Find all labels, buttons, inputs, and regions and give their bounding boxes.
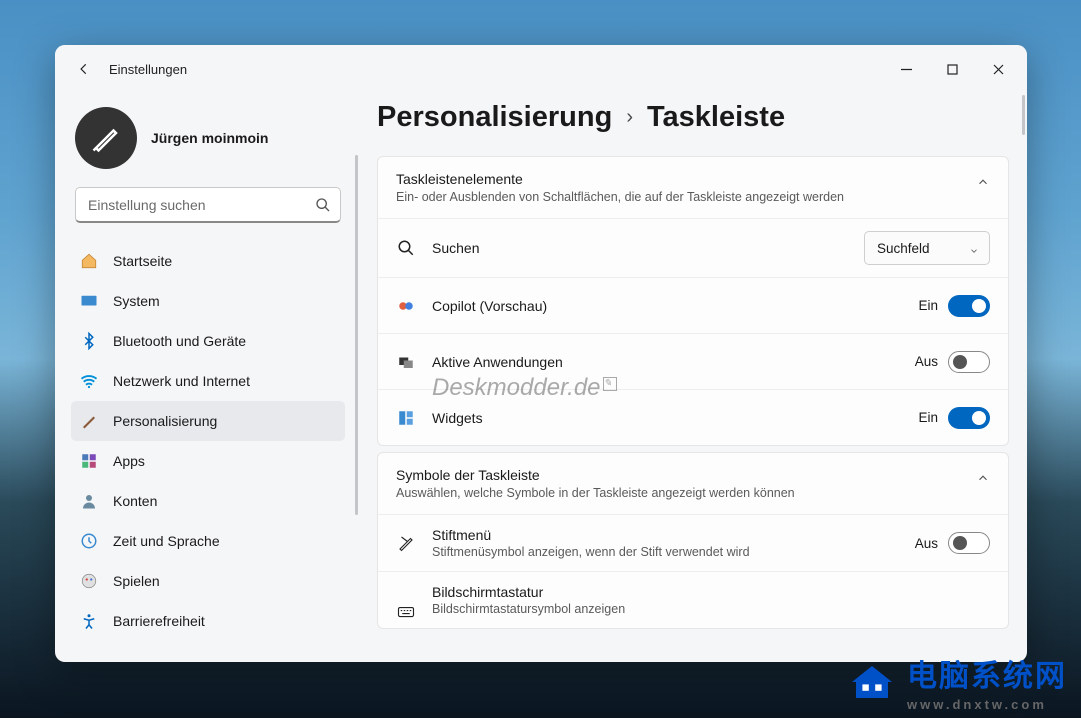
nav-item-zeit[interactable]: Zeit und Sprache [71,521,345,561]
nav-item-barrierefreiheit[interactable]: Barrierefreiheit [71,601,345,641]
row-search: Suchen Suchfeld [378,218,1008,277]
window-controls [883,53,1021,85]
nav-item-startseite[interactable]: Startseite [71,241,345,281]
nav-item-system[interactable]: System [71,281,345,321]
toggle-state: Ein [918,298,938,313]
chevron-down-icon [969,244,979,259]
nav-item-spielen[interactable]: Spielen [71,561,345,601]
chevron-up-icon [976,471,990,485]
row-taskview: Aktive Anwendungen Aus [378,333,1008,389]
toggle-state: Ein [918,410,938,425]
nav-label: Netzwerk und Internet [113,373,250,389]
wifi-icon [79,371,99,391]
footer-watermark: 电脑系统网 www.dnxtw.com [847,651,1067,712]
row-sublabel: Bildschirmtastatursymbol anzeigen [432,602,990,616]
nav-label: Konten [113,493,157,509]
row-widgets: Widgets Ein [378,389,1008,445]
apps-icon [79,451,99,471]
maximize-button[interactable] [929,53,975,85]
chevron-up-icon [976,175,990,189]
accounts-icon [79,491,99,511]
pen-toggle[interactable] [948,532,990,554]
breadcrumb: Personalisierung › Taskleiste [377,101,1009,134]
gaming-icon [79,571,99,591]
copilot-icon [396,296,416,316]
nav-item-apps[interactable]: Apps [71,441,345,481]
user-name: Jürgen moinmoin [151,130,268,146]
pen-icon [396,533,416,553]
row-label: Suchen [432,240,864,256]
widgets-icon [396,408,416,428]
home-icon [79,251,99,271]
row-label: Widgets [432,410,918,426]
nav-label: Spielen [113,573,160,589]
section-header[interactable]: Symbole der Taskleiste Auswählen, welche… [378,453,1008,514]
content-scrollbar[interactable] [1022,95,1025,135]
close-button[interactable] [975,53,1021,85]
row-label: Stiftmenü [432,527,915,543]
toggle-state: Aus [915,536,938,551]
nav-label: Barrierefreiheit [113,613,205,629]
footer-cn: 电脑系统网 [907,651,1067,695]
nav-list: Startseite System Bluetooth und Geräte N… [71,241,345,654]
bluetooth-icon [79,331,99,351]
search-box [75,187,341,223]
nav-item-bluetooth[interactable]: Bluetooth und Geräte [71,321,345,361]
content-pane: Personalisierung › Taskleiste Taskleiste… [355,93,1027,662]
row-sublabel: Stiftmenüsymbol anzeigen, wenn der Stift… [432,545,915,559]
toggle-state: Aus [915,354,938,369]
section-title: Taskleistenelemente [396,171,958,187]
footer-url: www.dnxtw.com [907,697,1067,712]
keyboard-icon [396,602,416,622]
copilot-toggle[interactable] [948,295,990,317]
avatar [75,107,137,169]
nav-label: Bluetooth und Geräte [113,333,246,349]
nav-label: Personalisierung [113,413,217,429]
row-label: Aktive Anwendungen [432,354,915,370]
back-button[interactable] [69,54,99,84]
accessibility-icon [79,611,99,631]
section-taskbar-items: Taskleistenelemente Ein- oder Ausblenden… [377,156,1009,446]
section-header[interactable]: Taskleistenelemente Ein- oder Ausblenden… [378,157,1008,218]
row-label: Copilot (Vorschau) [432,298,918,314]
breadcrumb-parent[interactable]: Personalisierung [377,101,612,134]
row-label: Bildschirmtastatur [432,584,990,600]
nav-item-konten[interactable]: Konten [71,481,345,521]
search-input[interactable] [75,187,341,223]
breadcrumb-leaf: Taskleiste [647,101,785,134]
house-icon [847,662,897,702]
section-subtitle: Auswählen, welche Symbole in der Tasklei… [396,486,958,500]
system-icon [79,291,99,311]
search-select[interactable]: Suchfeld [864,231,990,265]
app-title: Einstellungen [109,62,187,77]
settings-window: Einstellungen Jürgen moinmoin [55,45,1027,662]
section-subtitle: Ein- oder Ausblenden von Schaltflächen, … [396,190,958,204]
section-tray-icons: Symbole der Taskleiste Auswählen, welche… [377,452,1009,629]
titlebar: Einstellungen [55,45,1027,93]
section-title: Symbole der Taskleiste [396,467,958,483]
nav-item-personalisierung[interactable]: Personalisierung [71,401,345,441]
taskview-icon [396,352,416,372]
nav-label: System [113,293,160,309]
minimize-button[interactable] [883,53,929,85]
chevron-right-icon: › [626,106,633,129]
personalization-icon [79,411,99,431]
widgets-toggle[interactable] [948,407,990,429]
row-copilot: Copilot (Vorschau) Ein [378,277,1008,333]
nav-label: Startseite [113,253,172,269]
nav-item-netzwerk[interactable]: Netzwerk und Internet [71,361,345,401]
row-pen-menu: Stiftmenü Stiftmenüsymbol anzeigen, wenn… [378,514,1008,571]
nav-label: Apps [113,453,145,469]
row-onscreen-keyboard: Bildschirmtastatur Bildschirmtastatursym… [378,571,1008,628]
select-value: Suchfeld [877,241,930,256]
nav-label: Zeit und Sprache [113,533,220,549]
search-icon [396,238,416,258]
sidebar: Jürgen moinmoin Startseite System [55,93,355,662]
search-icon [315,197,331,213]
time-icon [79,531,99,551]
taskview-toggle[interactable] [948,351,990,373]
user-profile[interactable]: Jürgen moinmoin [71,101,345,187]
